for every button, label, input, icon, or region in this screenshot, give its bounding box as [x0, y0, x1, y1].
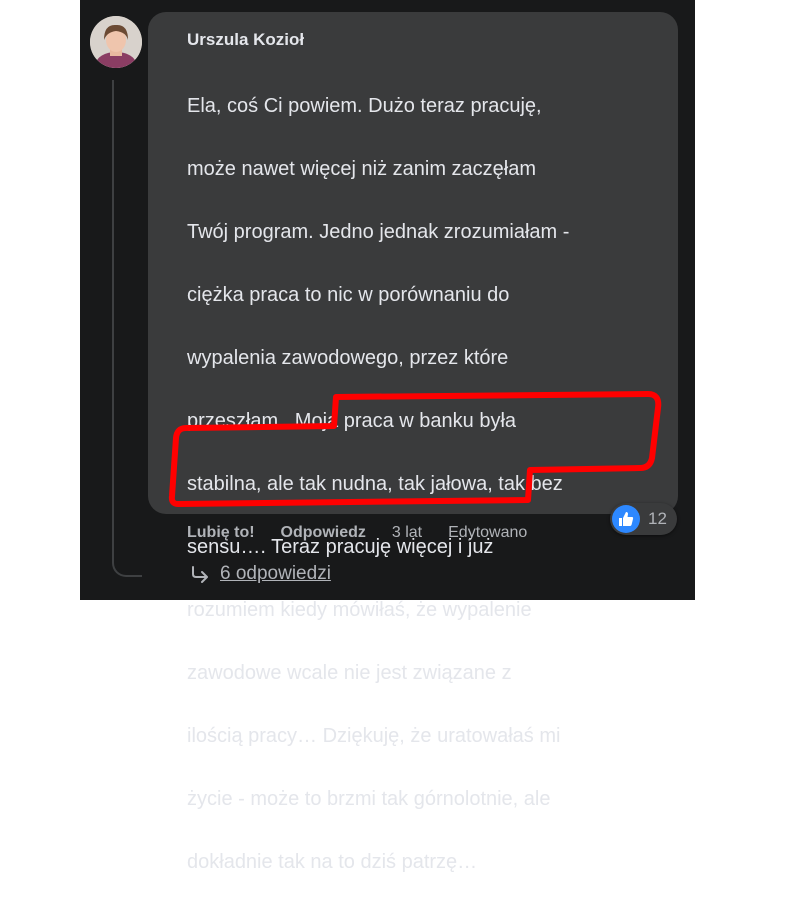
comment-line: przeszłam . Moja praca w banku była — [187, 409, 517, 432]
like-button[interactable]: Lubię to! — [187, 524, 255, 542]
reaction-count: 12 — [648, 509, 667, 528]
comment-author[interactable]: Urszula Kozioł — [187, 30, 304, 50]
reaction-summary[interactable]: 12 — [610, 503, 677, 535]
comment-line: Ela, coś Ci powiem. Dużo teraz pracuję, — [187, 94, 542, 117]
comment-line: wypalenia zawodowego, przez które — [187, 346, 509, 369]
reply-arrow-icon — [192, 566, 208, 583]
comment-actions: Lubię to! Odpowiedz 3 lat Edytowano — [187, 524, 527, 542]
thread-connector-line — [112, 80, 142, 577]
avatar[interactable] — [90, 16, 142, 68]
comment-line: rozumiem kiedy mówiłaś, że wypalenie — [187, 598, 532, 621]
view-replies-link[interactable]: 6 odpowiedzi — [190, 563, 331, 585]
comment-line: stabilna, ale tak nudna, tak jałowa, tak… — [187, 472, 563, 495]
thumbs-up-icon — [612, 505, 640, 533]
comment-line: zawodowe wcale nie jest związane z — [187, 661, 512, 684]
comment-line: życie - może to brzmi tak górnolotnie, a… — [187, 787, 551, 810]
comment-timestamp[interactable]: 3 lat — [392, 524, 422, 542]
comment-text: Ela, coś Ci powiem. Dużo teraz pracuję, … — [187, 59, 647, 910]
comment-line: Twój program. Jedno jednak zrozumiałam - — [187, 220, 570, 243]
replies-label: 6 odpowiedzi — [220, 563, 331, 584]
comment-line: ciężka praca to nic w porównaniu do — [187, 283, 510, 306]
edited-label: Edytowano — [448, 524, 528, 541]
avatar-photo — [90, 16, 142, 68]
reply-button[interactable]: Odpowiedz — [281, 524, 366, 542]
comment-line: dokładnie tak na to dziś patrzę… — [187, 850, 478, 873]
comment-line: może nawet więcej niż zanim zaczęłam — [187, 157, 537, 180]
comment-line: ilością pracy… Dziękuję, że uratowałaś m… — [187, 724, 561, 747]
